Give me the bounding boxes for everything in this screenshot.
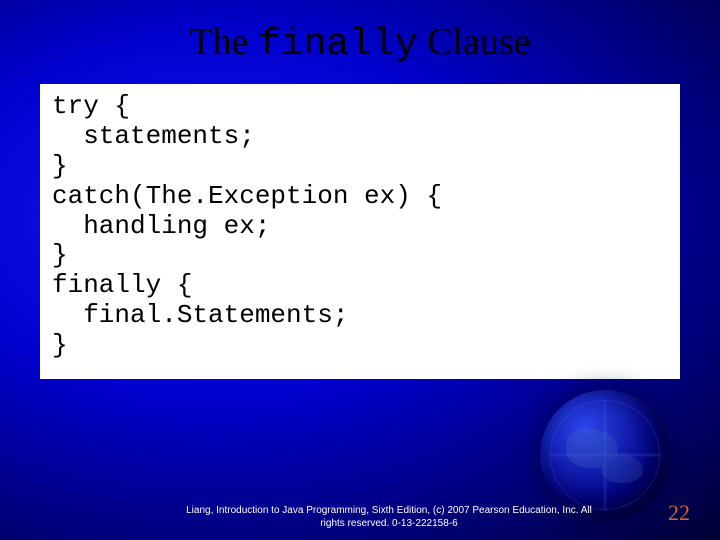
title-word-clause: Clause [427,21,530,63]
title-word-the: The [189,21,248,63]
title-word-finally: finally [258,23,418,66]
copyright-text: Liang, Introduction to Java Programming,… [120,504,658,530]
footer-line1: Liang, Introduction to Java Programming,… [186,505,592,516]
page-number: 22 [668,500,690,526]
footer: Liang, Introduction to Java Programming,… [0,500,720,530]
slide-title: The finally Clause [0,0,720,66]
code-block: try { statements; } catch(The.Exception … [40,84,680,379]
footer-line2: rights reserved. 0-13-222158-6 [320,518,457,529]
